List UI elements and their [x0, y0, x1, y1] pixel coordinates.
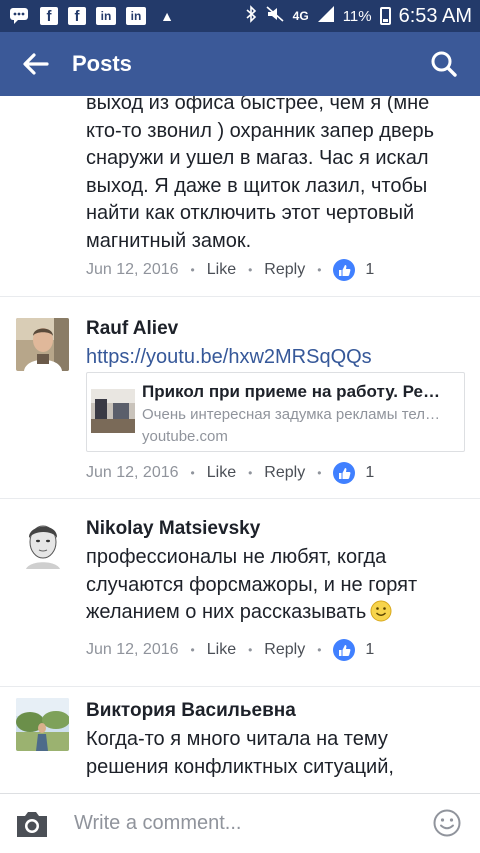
- comment-author[interactable]: Nikolay Matsievsky: [86, 518, 260, 540]
- divider: [0, 686, 480, 687]
- comment-date: Jun 12, 2016: [86, 464, 179, 481]
- separator-dot: •: [248, 643, 253, 657]
- linkedin-icon: in: [126, 7, 146, 25]
- comment-input[interactable]: [74, 808, 414, 838]
- clock: 6:53 AM: [398, 4, 472, 27]
- like-link[interactable]: Like: [207, 641, 236, 659]
- comment-link[interactable]: https://youtu.be/hxw2MRSqQQs: [86, 346, 372, 369]
- search-icon: [431, 51, 457, 77]
- reply-link[interactable]: Reply: [264, 261, 305, 279]
- link-domain: youtube.com: [142, 428, 228, 445]
- separator-dot: •: [317, 263, 322, 277]
- messages-icon: [8, 6, 30, 26]
- separator-dot: •: [248, 466, 253, 480]
- back-button[interactable]: [0, 32, 72, 96]
- comment-text: выход из офиса быстрее, чем я (мне кто-т…: [86, 96, 435, 252]
- comment-meta: Jun 12, 2016 • Like • Reply • 1: [86, 638, 374, 662]
- smiley-icon: [433, 809, 461, 837]
- comment-text: Когда-то я много читала на тему решения …: [86, 728, 394, 778]
- comments-list[interactable]: выход из офиса быстрее, чем я (мне кто-т…: [0, 96, 480, 793]
- divider: [0, 296, 480, 297]
- separator-dot: •: [190, 643, 195, 657]
- like-badge-icon[interactable]: [333, 462, 356, 484]
- network-type: 4G: [292, 9, 309, 23]
- avatar[interactable]: [16, 516, 69, 569]
- page-title: Posts: [72, 51, 132, 76]
- reply-link[interactable]: Reply: [264, 464, 305, 482]
- smile-emoji-icon: [370, 600, 392, 622]
- reply-link[interactable]: Reply: [264, 641, 305, 659]
- comment-author[interactable]: Виктория Васильевна: [86, 700, 296, 722]
- comment-item: Виктория Васильевна Когда-то я много чит…: [0, 694, 480, 793]
- avatar[interactable]: [16, 698, 69, 751]
- warning-icon: ▲: [160, 8, 174, 24]
- comment-author[interactable]: Rauf Aliev: [86, 318, 178, 340]
- comment-meta: Jun 12, 2016 • Like • Reply • 1: [86, 258, 374, 282]
- status-bar: f f in in ▲ 4G 11% 6:53 AM: [0, 0, 480, 32]
- back-arrow-icon: [23, 53, 49, 75]
- link-description: Очень интересная задумка рекламы тел…: [142, 406, 440, 423]
- comment-item: выход из офиса быстрее, чем я (мне кто-т…: [0, 96, 480, 306]
- system-indicators: 4G 11% 6:53 AM: [245, 5, 472, 28]
- comment-text-content: профессионалы не любят, когда случаются …: [86, 546, 418, 623]
- mute-icon: [265, 5, 285, 27]
- separator-dot: •: [190, 466, 195, 480]
- like-badge-icon[interactable]: [333, 259, 356, 281]
- signal-icon: [317, 5, 335, 27]
- notification-icons: f f in in ▲: [8, 6, 178, 26]
- facebook-icon: f: [68, 7, 86, 25]
- linkedin-icon: in: [96, 7, 116, 25]
- comment-composer: [0, 793, 480, 853]
- search-button[interactable]: [422, 42, 466, 86]
- comment-date: Jun 12, 2016: [86, 641, 179, 658]
- link-title: Прикол при приеме на работу. Ре…: [142, 382, 441, 401]
- separator-dot: •: [190, 263, 195, 277]
- like-badge-icon[interactable]: [333, 639, 356, 661]
- avatar[interactable]: [16, 318, 69, 371]
- link-thumbnail: [91, 389, 135, 433]
- battery-icon: [379, 7, 391, 25]
- separator-dot: •: [317, 643, 322, 657]
- sticker-button[interactable]: [432, 808, 462, 838]
- like-link[interactable]: Like: [207, 464, 236, 482]
- like-count[interactable]: 1: [365, 641, 374, 659]
- comment-item: Rauf Aliev https://youtu.be/hxw2MRSqQQs …: [0, 306, 480, 496]
- like-link[interactable]: Like: [207, 261, 236, 279]
- camera-button[interactable]: [14, 807, 50, 841]
- divider: [0, 498, 480, 499]
- separator-dot: •: [248, 263, 253, 277]
- comment-meta: Jun 12, 2016 • Like • Reply • 1: [86, 461, 374, 485]
- like-count[interactable]: 1: [365, 261, 374, 279]
- facebook-icon: f: [40, 7, 58, 25]
- comment-date: Jun 12, 2016: [86, 261, 179, 278]
- battery-percent: 11%: [342, 7, 372, 25]
- comment-text: профессионалы не любят, когда случаются …: [86, 544, 466, 627]
- like-count[interactable]: 1: [365, 464, 374, 482]
- app-bar: Posts: [0, 32, 480, 96]
- camera-icon: [17, 812, 47, 837]
- bluetooth-icon: [245, 5, 257, 27]
- link-preview-card[interactable]: Прикол при приеме на работу. Ре… Очень и…: [86, 372, 465, 452]
- separator-dot: •: [317, 466, 322, 480]
